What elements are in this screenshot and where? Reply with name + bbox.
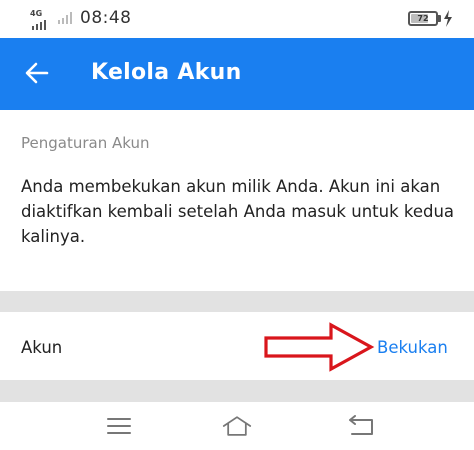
arrow-left-icon xyxy=(25,62,49,84)
section-divider xyxy=(0,291,474,312)
app-bar: Kelola Akun xyxy=(0,38,474,110)
status-time: 08:48 xyxy=(80,8,132,28)
freeze-message: Anda membekukan akun milik Anda. Akun in… xyxy=(21,177,455,246)
section-label: Pengaturan Akun xyxy=(21,134,150,152)
annotation-arrow-icon xyxy=(264,322,375,372)
system-nav-bar xyxy=(0,402,474,450)
bottom-divider xyxy=(0,380,474,402)
signal-secondary-icon xyxy=(58,12,72,24)
battery-level: 72 xyxy=(417,14,429,23)
back-button[interactable] xyxy=(14,50,60,96)
home-button[interactable] xyxy=(222,412,252,440)
signal-icon xyxy=(32,20,46,30)
battery-cap xyxy=(438,15,441,22)
status-bar: 4G 08:48 72 xyxy=(0,0,474,38)
recent-apps-button[interactable] xyxy=(104,412,134,440)
freeze-button[interactable]: Bekukan xyxy=(377,338,448,357)
home-icon xyxy=(222,416,252,436)
menu-icon xyxy=(107,418,131,434)
back-icon xyxy=(349,415,373,435)
back-nav-button[interactable] xyxy=(347,412,377,440)
account-row-label: Akun xyxy=(21,338,63,357)
network-type: 4G xyxy=(30,9,43,18)
charging-icon xyxy=(444,10,452,27)
account-row: Akun Bekukan xyxy=(0,312,474,380)
battery-icon: 72 xyxy=(408,11,438,26)
page-title: Kelola Akun xyxy=(91,60,242,85)
